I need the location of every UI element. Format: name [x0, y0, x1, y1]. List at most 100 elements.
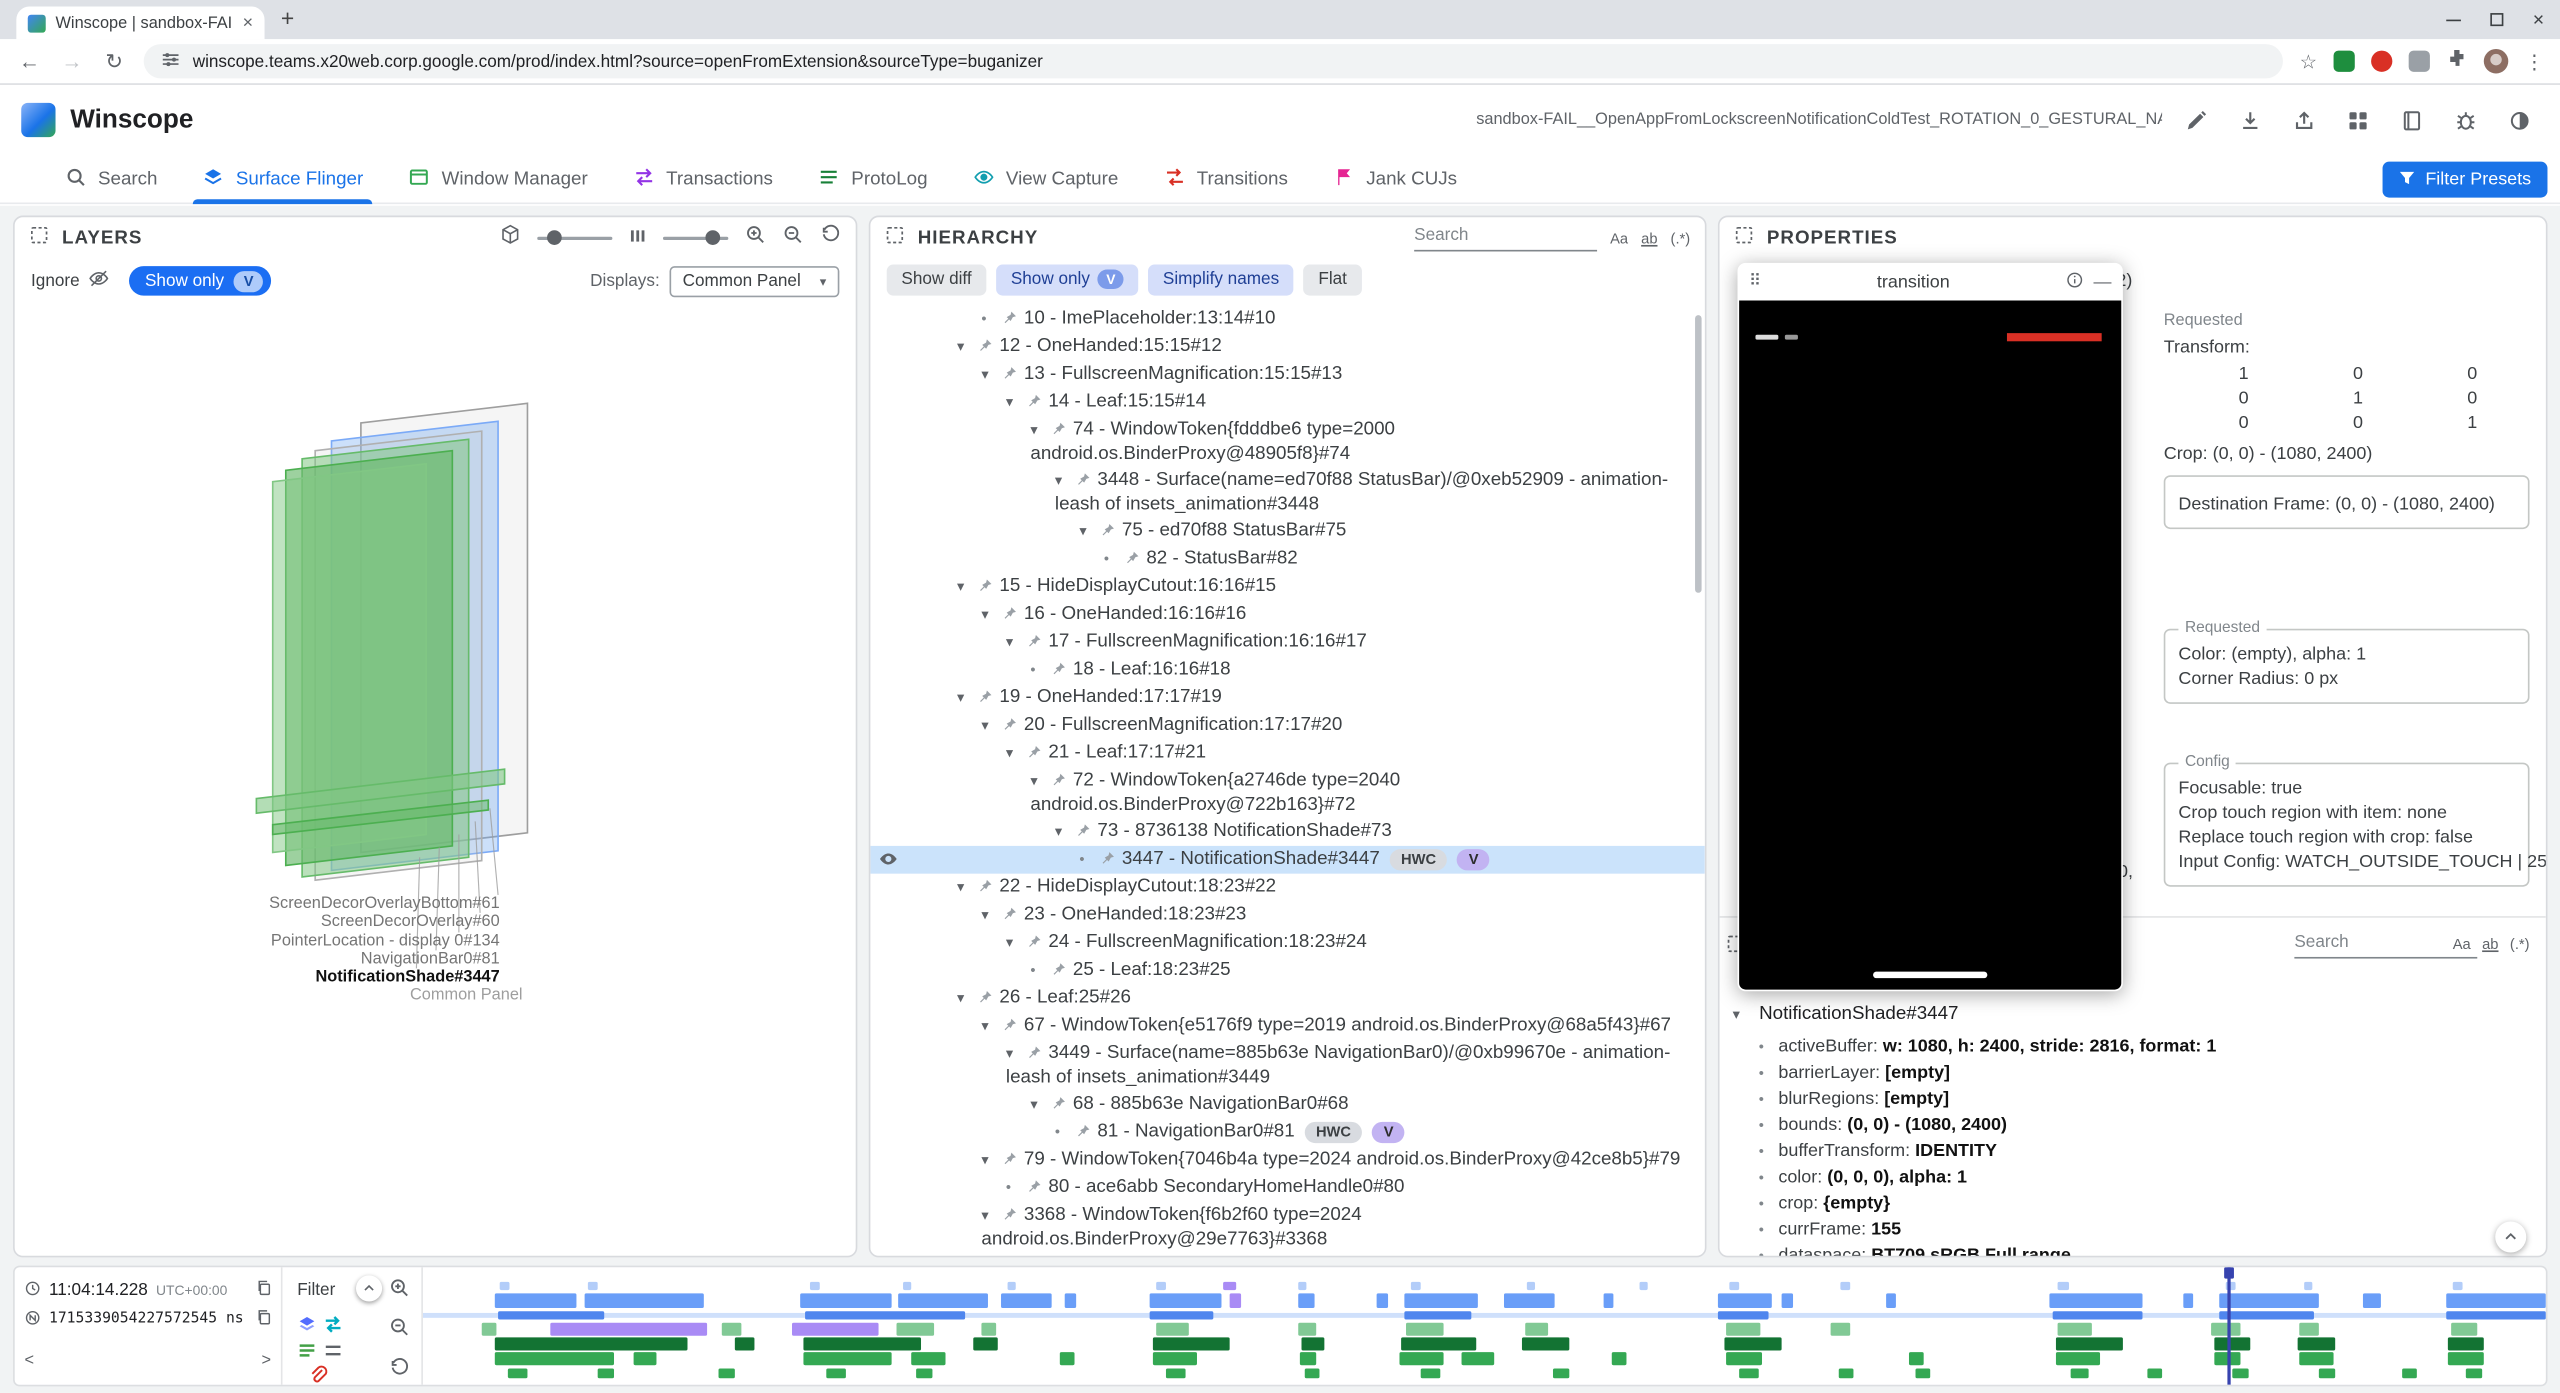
timeline-event-segment[interactable] — [826, 1368, 845, 1378]
viewer-title-bar[interactable]: ⠿ transition — — [1738, 263, 2123, 301]
timeline-event-segment[interactable] — [2363, 1293, 2380, 1308]
drag-handle-icon[interactable]: ⠿ — [1749, 273, 1761, 291]
scroll-right-icon[interactable]: > — [262, 1352, 272, 1370]
layer-label[interactable]: ScreenDecorOverlay#60 — [321, 913, 500, 931]
expand-arrow-icon[interactable]: ▾ — [1030, 1092, 1051, 1115]
filter-screen-recording-icon[interactable] — [309, 1364, 329, 1384]
match-word-icon[interactable]: ab — [1641, 230, 1657, 246]
timeline-event-segment[interactable] — [2450, 1323, 2478, 1336]
property-row[interactable]: •bufferTransform: IDENTITY — [1720, 1138, 2546, 1164]
timeline-event-segment[interactable] — [1230, 1293, 1241, 1308]
timeline-event-segment[interactable] — [2448, 1352, 2484, 1365]
layer-label[interactable]: Common Panel — [410, 986, 523, 1004]
properties-search-input[interactable]: Search — [2294, 932, 2477, 958]
bookmark-icon[interactable]: ☆ — [2300, 50, 2318, 73]
bug-icon[interactable] — [2446, 100, 2485, 139]
timeline-event-segment[interactable] — [2300, 1352, 2334, 1365]
visibility-eye-icon[interactable] — [879, 849, 899, 875]
timeline-event-segment[interactable] — [2147, 1368, 2162, 1378]
timeline-event-segment[interactable] — [1718, 1293, 1771, 1308]
pin-icon[interactable] — [978, 687, 999, 710]
timeline-event-segment[interactable] — [1527, 1282, 1535, 1290]
tree-node[interactable]: ▾3449 - Surface(name=885b63e NavigationB… — [870, 1040, 1704, 1091]
property-row[interactable]: •color: (0, 0, 0), alpha: 1 — [1720, 1164, 2546, 1190]
tree-node[interactable]: ▾12 - OneHanded:15:15#12 — [870, 333, 1704, 361]
extension-red-icon[interactable] — [2371, 51, 2392, 72]
timeline-event-segment[interactable] — [1302, 1337, 1325, 1350]
expand-arrow-icon[interactable]: ▾ — [981, 1148, 1002, 1171]
tree-node[interactable]: ▾68 - 885b63e NavigationBar0#68 — [870, 1091, 1704, 1119]
match-case-icon[interactable]: Aa — [2453, 936, 2471, 952]
timeline-event-segment[interactable] — [2215, 1337, 2251, 1350]
tree-node[interactable]: •25 - Leaf:18:23#25 — [870, 957, 1704, 985]
scroll-left-icon[interactable]: < — [24, 1352, 34, 1370]
pin-icon[interactable] — [978, 877, 999, 900]
tree-node[interactable]: ▾3368 - WindowToken{f6b2f60 type=2024 an… — [870, 1202, 1704, 1253]
rotation-3d-icon[interactable] — [500, 224, 521, 253]
layer-label[interactable]: NotificationShade#3447 — [315, 968, 499, 986]
filter-button-show-only[interactable]: Show onlyV — [996, 264, 1138, 295]
copy-ns-icon[interactable] — [255, 1305, 273, 1334]
pin-icon[interactable] — [1052, 660, 1073, 683]
reset-view-icon[interactable] — [820, 224, 841, 253]
timeline-event-segment[interactable] — [1155, 1323, 1189, 1336]
expand-arrow-icon[interactable]: ▾ — [1006, 630, 1027, 653]
timeline-event-segment[interactable] — [805, 1311, 964, 1319]
expand-arrow-icon[interactable]: ▾ — [1006, 390, 1027, 413]
timeline-event-segment[interactable] — [2058, 1282, 2069, 1290]
timeline-event-segment[interactable] — [1399, 1352, 1444, 1365]
screenshot-viewer-window[interactable]: ⠿ transition — — [1738, 263, 2123, 991]
timeline-event-segment[interactable] — [2401, 1368, 2416, 1378]
timeline-event-segment[interactable] — [1909, 1352, 1924, 1365]
pin-icon[interactable] — [1052, 420, 1073, 443]
tree-node[interactable]: ▾17 - FullscreenMagnification:16:16#17 — [870, 629, 1704, 657]
pin-icon[interactable] — [978, 988, 999, 1011]
timeline-event-segment[interactable] — [1155, 1282, 1166, 1290]
timeline-zoom-out-icon[interactable] — [389, 1316, 409, 1336]
timeline-event-segment[interactable] — [2183, 1293, 2194, 1308]
profile-avatar[interactable] — [2484, 49, 2508, 73]
timeline-event-segment[interactable] — [1007, 1282, 1015, 1290]
pin-icon[interactable] — [1003, 715, 1024, 738]
pin-icon[interactable] — [1125, 549, 1146, 572]
tree-node[interactable]: ▾21 - Leaf:17:17#21 — [870, 740, 1704, 768]
timeline-event-segment[interactable] — [1782, 1293, 1793, 1308]
minimize-icon[interactable]: — — [2094, 272, 2112, 292]
tree-node[interactable]: •18 - Leaf:16:16#18 — [870, 656, 1704, 684]
back-button[interactable]: ← — [16, 49, 42, 73]
shortcuts-icon[interactable] — [2338, 100, 2377, 139]
timeline-event-segment[interactable] — [1726, 1323, 1760, 1336]
tab-view-capture[interactable]: View Capture — [950, 154, 1141, 203]
timeline-event-segment[interactable] — [1064, 1293, 1077, 1308]
theme-icon[interactable] — [2500, 100, 2539, 139]
timeline-event-segment[interactable] — [1404, 1293, 1478, 1308]
filter-transitions-icon[interactable] — [323, 1339, 343, 1359]
timeline-event-segment[interactable] — [499, 1282, 510, 1290]
window-close-button[interactable]: × — [2533, 8, 2544, 31]
tab-transactions[interactable]: Transactions — [611, 154, 796, 203]
expand-arrow-icon[interactable]: ▾ — [981, 363, 1002, 386]
timeline-event-segment[interactable] — [2319, 1368, 2336, 1378]
expand-arrow-icon[interactable]: ▾ — [1030, 769, 1051, 792]
timeline-event-segment[interactable] — [803, 1337, 922, 1350]
expand-arrow-icon[interactable]: ▾ — [981, 903, 1002, 926]
timeline-event-segment[interactable] — [495, 1293, 576, 1308]
window-maximize-button[interactable] — [2490, 13, 2503, 26]
expand-arrow-icon[interactable]: ▾ — [1030, 418, 1051, 441]
site-settings-icon[interactable] — [162, 47, 180, 76]
collapse-filter-button[interactable] — [356, 1275, 382, 1301]
expand-arrow-icon[interactable]: ▾ — [1006, 1042, 1027, 1065]
forward-button[interactable]: → — [59, 49, 85, 73]
timeline-zoom-in-icon[interactable] — [389, 1277, 409, 1297]
tab-transitions[interactable]: Transitions — [1141, 154, 1311, 203]
pin-icon[interactable] — [1052, 1094, 1073, 1117]
timeline-event-segment[interactable] — [1376, 1293, 1389, 1308]
layer-label[interactable]: NavigationBar0#81 — [361, 950, 500, 968]
timeline-event-segment[interactable] — [482, 1323, 497, 1336]
timeline-event-segment[interactable] — [1300, 1352, 1317, 1365]
timeline-event-segment[interactable] — [2055, 1352, 2100, 1365]
filter-sf-icon[interactable] — [297, 1313, 317, 1333]
tree-node[interactable]: ▾20 - FullscreenMagnification:17:17#20 — [870, 712, 1704, 740]
spacing-slider[interactable] — [663, 237, 728, 240]
timeline-event-segment[interactable] — [1149, 1311, 1213, 1319]
